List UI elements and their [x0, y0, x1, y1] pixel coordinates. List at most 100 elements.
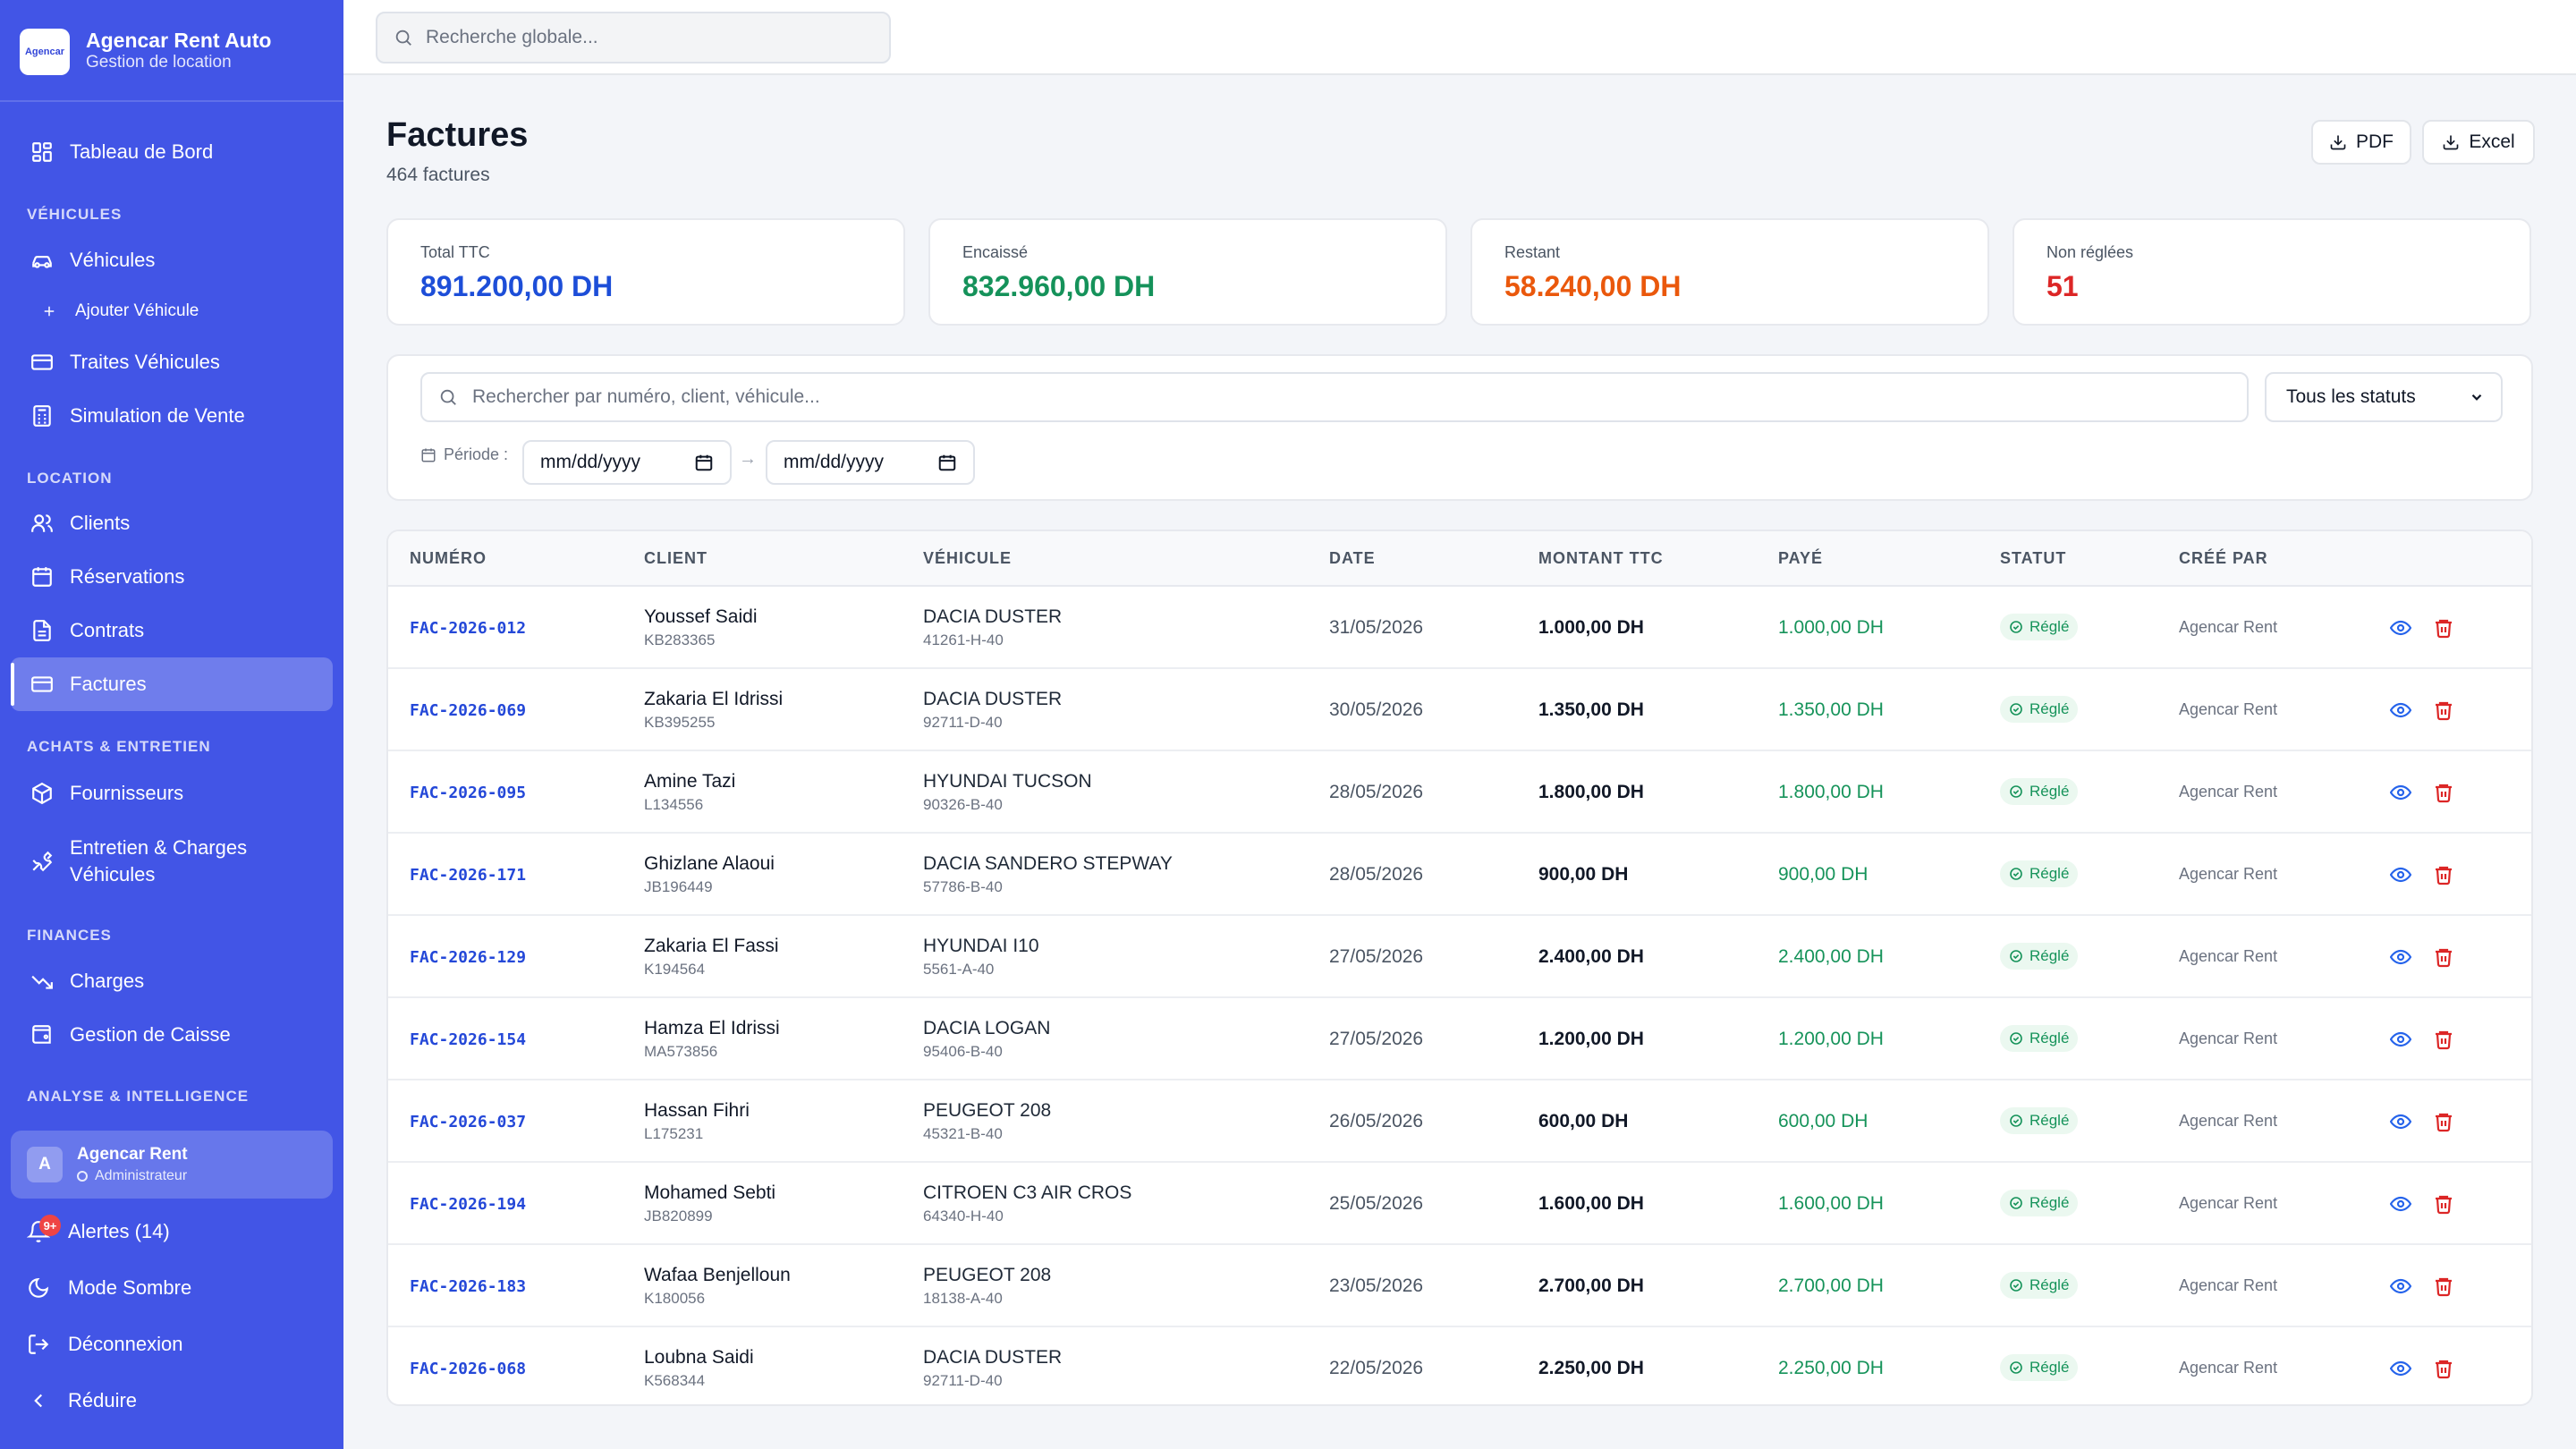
sidebar-item-traites[interactable]: Traites Véhicules	[11, 335, 333, 389]
view-invoice-eye-icon[interactable]	[2390, 617, 2411, 639]
delete-invoice-trash-icon[interactable]	[2433, 617, 2454, 639]
column-header-montant[interactable]: MONTANT TTC	[1538, 549, 1664, 568]
sidebar-item-simulation[interactable]: Simulation de Vente	[11, 389, 333, 443]
invoice-number-link[interactable]: FAC-2026-194	[410, 1195, 526, 1214]
date-to-input[interactable]: mm/dd/yyyy	[766, 440, 975, 485]
invoice-date: 22/05/2026	[1329, 1358, 1424, 1378]
column-header-numero[interactable]: NUMÉRO	[410, 549, 487, 568]
view-invoice-eye-icon[interactable]	[2390, 1193, 2411, 1215]
delete-invoice-trash-icon[interactable]	[2433, 946, 2454, 968]
status-badge: Réglé	[2000, 1354, 2079, 1381]
logout-button[interactable]: Déconnexion	[27, 1326, 182, 1362]
sidebar-item-reservations[interactable]: Réservations	[11, 550, 333, 604]
status-badge: Réglé	[2000, 778, 2079, 805]
package-icon	[32, 782, 52, 805]
table-row[interactable]: FAC-2026-012 Youssef Saidi KB283365 DACI…	[388, 587, 2531, 669]
status-label: Réglé	[2029, 865, 2070, 882]
view-invoice-eye-icon[interactable]	[2390, 782, 2411, 803]
column-header-cree-par[interactable]: CRÉÉ PAR	[2179, 549, 2268, 568]
amount-paid: 1.600,00 DH	[1778, 1193, 1884, 1214]
sidebar-item-caisse[interactable]: Gestion de Caisse	[11, 1008, 333, 1062]
sidebar-item-contrats[interactable]: Contrats	[11, 604, 333, 657]
check-circle-icon	[2010, 1197, 2022, 1209]
amount-ttc: 1.200,00 DH	[1538, 1029, 1644, 1049]
table-row[interactable]: FAC-2026-183 Wafaa Benjelloun K180056 PE…	[388, 1245, 2531, 1327]
sidebar-item-entretien[interactable]: Entretien & Charges Véhicules	[11, 830, 333, 893]
table-row[interactable]: FAC-2026-037 Hassan Fihri L175231 PEUGEO…	[388, 1080, 2531, 1163]
sidebar-item-charges[interactable]: Charges	[11, 954, 333, 1008]
table-row[interactable]: FAC-2026-068 Loubna Saidi K568344 DACIA …	[388, 1327, 2531, 1404]
delete-invoice-trash-icon[interactable]	[2433, 1193, 2454, 1215]
invoice-search-input[interactable]	[472, 386, 2243, 408]
view-invoice-eye-icon[interactable]	[2390, 1029, 2411, 1050]
sidebar-item-label: Gestion de Caisse	[70, 1023, 231, 1046]
export-excel-button[interactable]: Excel	[2422, 120, 2535, 165]
client-id: MA573856	[644, 1043, 718, 1060]
global-search-input[interactable]	[426, 27, 873, 48]
delete-invoice-trash-icon[interactable]	[2433, 1275, 2454, 1297]
collapse-sidebar-button[interactable]: Réduire	[27, 1383, 137, 1419]
invoice-number-link[interactable]: FAC-2026-012	[410, 619, 526, 638]
status-label: Réglé	[2029, 1112, 2070, 1129]
invoice-number-link[interactable]: FAC-2026-095	[410, 784, 526, 802]
moon-icon	[29, 1277, 49, 1298]
delete-invoice-trash-icon[interactable]	[2433, 1029, 2454, 1050]
invoice-number-link[interactable]: FAC-2026-171	[410, 866, 526, 885]
sidebar-item-fournisseurs[interactable]: Fournisseurs	[11, 767, 333, 820]
status-filter-select[interactable]: Tous les statuts	[2265, 372, 2503, 422]
delete-invoice-trash-icon[interactable]	[2433, 864, 2454, 886]
download-icon	[2443, 135, 2459, 150]
invoice-number-link[interactable]: FAC-2026-183	[410, 1277, 526, 1296]
column-header-date[interactable]: DATE	[1329, 549, 1376, 568]
invoice-number-link[interactable]: FAC-2026-068	[410, 1360, 526, 1378]
view-invoice-eye-icon[interactable]	[2390, 1358, 2411, 1379]
table-row[interactable]: FAC-2026-154 Hamza El Idrissi MA573856 D…	[388, 998, 2531, 1080]
view-invoice-eye-icon[interactable]	[2390, 864, 2411, 886]
kpi-value: 891.200,00 DH	[420, 270, 614, 302]
column-header-statut[interactable]: STATUT	[2000, 549, 2066, 568]
sidebar-item-clients[interactable]: Clients	[11, 496, 333, 550]
alerts-button[interactable]: 9+ Alertes (14)	[27, 1214, 170, 1250]
invoice-number-link[interactable]: FAC-2026-069	[410, 701, 526, 720]
sidebar-item-vehicules[interactable]: Véhicules	[11, 233, 333, 287]
invoice-number-link[interactable]: FAC-2026-129	[410, 948, 526, 967]
sidebar: Agencar Agencar Rent Auto Gestion de loc…	[0, 0, 343, 1449]
created-by: Agencar Rent	[2179, 700, 2278, 718]
column-header-client[interactable]: CLIENT	[644, 549, 708, 568]
column-header-paye[interactable]: PAYÉ	[1778, 549, 1823, 568]
view-invoice-eye-icon[interactable]	[2390, 1275, 2411, 1297]
export-excel-label: Excel	[2469, 131, 2515, 152]
status-badge: Réglé	[2000, 1025, 2079, 1052]
table-row[interactable]: FAC-2026-129 Zakaria El Fassi K194564 HY…	[388, 916, 2531, 998]
dark-mode-toggle[interactable]: Mode Sombre	[27, 1270, 191, 1306]
brand-name: Agencar Rent Auto	[86, 29, 272, 52]
sidebar-item-factures[interactable]: Factures	[11, 657, 333, 711]
invoice-number-link[interactable]: FAC-2026-037	[410, 1113, 526, 1131]
invoice-number-link[interactable]: FAC-2026-154	[410, 1030, 526, 1049]
calendar-picker-icon[interactable]	[694, 453, 714, 472]
user-card[interactable]: A Agencar Rent Administrateur	[11, 1131, 333, 1199]
delete-invoice-trash-icon[interactable]	[2433, 782, 2454, 803]
delete-invoice-trash-icon[interactable]	[2433, 1111, 2454, 1132]
table-row[interactable]: FAC-2026-171 Ghizlane Alaoui JB196449 DA…	[388, 834, 2531, 916]
status-label: Réglé	[2029, 700, 2070, 717]
table-row[interactable]: FAC-2026-069 Zakaria El Idrissi KB395255…	[388, 669, 2531, 751]
view-invoice-eye-icon[interactable]	[2390, 1111, 2411, 1132]
calendar-picker-icon[interactable]	[937, 453, 957, 472]
credit-card-icon	[31, 354, 53, 370]
column-header-vehicule[interactable]: VÉHICULE	[923, 549, 1012, 568]
sidebar-item-dashboard[interactable]: Tableau de Bord	[11, 125, 333, 179]
date-from-input[interactable]: mm/dd/yyyy	[522, 440, 732, 485]
check-circle-icon	[2010, 1279, 2022, 1292]
view-invoice-eye-icon[interactable]	[2390, 699, 2411, 721]
export-pdf-button[interactable]: PDF	[2311, 120, 2411, 165]
sidebar-item-ajouter-vehicule[interactable]: Ajouter Véhicule	[11, 292, 333, 331]
delete-invoice-trash-icon[interactable]	[2433, 699, 2454, 721]
table-row[interactable]: FAC-2026-194 Mohamed Sebti JB820899 CITR…	[388, 1163, 2531, 1245]
wallet-icon	[32, 1025, 51, 1044]
table-row[interactable]: FAC-2026-095 Amine Tazi L134556 HYUNDAI …	[388, 751, 2531, 834]
client-id: KB283365	[644, 631, 716, 648]
delete-invoice-trash-icon[interactable]	[2433, 1358, 2454, 1379]
chevron-down-icon	[2471, 394, 2482, 401]
view-invoice-eye-icon[interactable]	[2390, 946, 2411, 968]
